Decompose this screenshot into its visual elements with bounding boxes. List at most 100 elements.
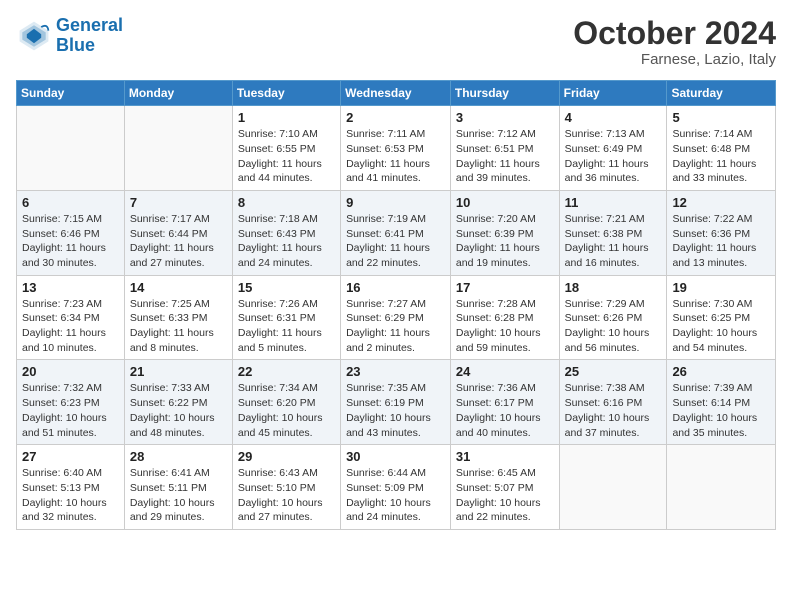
day-of-week-header: Sunday: [17, 81, 125, 106]
calendar-cell: [124, 106, 232, 191]
day-number: 5: [672, 110, 770, 125]
day-info: Sunrise: 7:15 AM Sunset: 6:46 PM Dayligh…: [22, 212, 119, 271]
calendar-week-row: 13 Sunrise: 7:23 AM Sunset: 6:34 PM Dayli…: [17, 275, 776, 360]
page-header: General Blue October 2024 Farnese, Lazio…: [16, 16, 776, 68]
day-number: 20: [22, 364, 119, 379]
day-number: 26: [672, 364, 770, 379]
calendar-cell: [667, 445, 776, 530]
day-number: 18: [565, 280, 662, 295]
day-number: 24: [456, 364, 554, 379]
day-number: 12: [672, 195, 770, 210]
day-number: 23: [346, 364, 445, 379]
calendar-cell: 8 Sunrise: 7:18 AM Sunset: 6:43 PM Daylig…: [232, 190, 340, 275]
day-info: Sunrise: 7:18 AM Sunset: 6:43 PM Dayligh…: [238, 212, 335, 271]
calendar-cell: 17 Sunrise: 7:28 AM Sunset: 6:28 PM Dayli…: [450, 275, 559, 360]
calendar-cell: 19Sunrise: 7:30 AM Sunset: 6:25 PM Dayli…: [667, 275, 776, 360]
logo: General Blue: [16, 16, 123, 56]
calendar-cell: [17, 106, 125, 191]
day-info: Sunrise: 7:25 AM Sunset: 6:33 PM Dayligh…: [130, 297, 227, 356]
day-info: Sunrise: 7:14 AM Sunset: 6:48 PM Dayligh…: [672, 127, 770, 186]
day-info: Sunrise: 7:17 AM Sunset: 6:44 PM Dayligh…: [130, 212, 227, 271]
calendar-title: October 2024: [573, 16, 776, 51]
calendar-cell: 1Sunrise: 7:10 AM Sunset: 6:55 PM Daylig…: [232, 106, 340, 191]
calendar-cell: 26 Sunrise: 7:39 AM Sunset: 6:14 PM Dayli…: [667, 360, 776, 445]
day-info: Sunrise: 6:41 AM Sunset: 5:11 PM Dayligh…: [130, 466, 227, 525]
day-info: Sunrise: 6:44 AM Sunset: 5:09 PM Dayligh…: [346, 466, 445, 525]
day-of-week-header: Tuesday: [232, 81, 340, 106]
day-number: 14: [130, 280, 227, 295]
calendar-cell: 25 Sunrise: 7:38 AM Sunset: 6:16 PM Dayli…: [559, 360, 667, 445]
day-number: 17: [456, 280, 554, 295]
day-info: Sunrise: 7:19 AM Sunset: 6:41 PM Dayligh…: [346, 212, 445, 271]
day-number: 28: [130, 449, 227, 464]
day-number: 30: [346, 449, 445, 464]
day-info: Sunrise: 7:11 AM Sunset: 6:53 PM Dayligh…: [346, 127, 445, 186]
day-info: Sunrise: 6:45 AM Sunset: 5:07 PM Dayligh…: [456, 466, 554, 525]
calendar-cell: 4Sunrise: 7:13 AM Sunset: 6:49 PM Daylig…: [559, 106, 667, 191]
calendar-cell: 7 Sunrise: 7:17 AM Sunset: 6:44 PM Daylig…: [124, 190, 232, 275]
calendar-cell: 14 Sunrise: 7:25 AM Sunset: 6:33 PM Dayli…: [124, 275, 232, 360]
calendar-table: SundayMondayTuesdayWednesdayThursdayFrid…: [16, 80, 776, 530]
day-info: Sunrise: 7:22 AM Sunset: 6:36 PM Dayligh…: [672, 212, 770, 271]
day-info: Sunrise: 7:33 AM Sunset: 6:22 PM Dayligh…: [130, 381, 227, 440]
day-of-week-header: Friday: [559, 81, 667, 106]
calendar-cell: 22 Sunrise: 7:34 AM Sunset: 6:20 PM Dayli…: [232, 360, 340, 445]
day-of-week-header: Monday: [124, 81, 232, 106]
calendar-cell: 11 Sunrise: 7:21 AM Sunset: 6:38 PM Dayli…: [559, 190, 667, 275]
calendar-cell: 3Sunrise: 7:12 AM Sunset: 6:51 PM Daylig…: [450, 106, 559, 191]
day-info: Sunrise: 7:34 AM Sunset: 6:20 PM Dayligh…: [238, 381, 335, 440]
day-number: 21: [130, 364, 227, 379]
calendar-cell: 20 Sunrise: 7:32 AM Sunset: 6:23 PM Dayli…: [17, 360, 125, 445]
calendar-cell: [559, 445, 667, 530]
day-number: 25: [565, 364, 662, 379]
logo-icon: [16, 18, 52, 54]
calendar-cell: 16Sunrise: 7:27 AM Sunset: 6:29 PM Dayli…: [341, 275, 451, 360]
calendar-cell: 15Sunrise: 7:26 AM Sunset: 6:31 PM Dayli…: [232, 275, 340, 360]
day-info: Sunrise: 7:30 AM Sunset: 6:25 PM Dayligh…: [672, 297, 770, 356]
calendar-subtitle: Farnese, Lazio, Italy: [573, 51, 776, 68]
day-info: Sunrise: 7:26 AM Sunset: 6:31 PM Dayligh…: [238, 297, 335, 356]
calendar-cell: 10 Sunrise: 7:20 AM Sunset: 6:39 PM Dayli…: [450, 190, 559, 275]
title-block: October 2024 Farnese, Lazio, Italy: [573, 16, 776, 68]
day-info: Sunrise: 7:35 AM Sunset: 6:19 PM Dayligh…: [346, 381, 445, 440]
day-number: 8: [238, 195, 335, 210]
calendar-cell: 30 Sunrise: 6:44 AM Sunset: 5:09 PM Dayli…: [341, 445, 451, 530]
calendar-week-row: 1Sunrise: 7:10 AM Sunset: 6:55 PM Daylig…: [17, 106, 776, 191]
calendar-cell: 27Sunrise: 6:40 AM Sunset: 5:13 PM Dayli…: [17, 445, 125, 530]
day-of-week-header: Wednesday: [341, 81, 451, 106]
day-info: Sunrise: 7:20 AM Sunset: 6:39 PM Dayligh…: [456, 212, 554, 271]
calendar-header-row: SundayMondayTuesdayWednesdayThursdayFrid…: [17, 81, 776, 106]
calendar-week-row: 27Sunrise: 6:40 AM Sunset: 5:13 PM Dayli…: [17, 445, 776, 530]
day-info: Sunrise: 7:23 AM Sunset: 6:34 PM Dayligh…: [22, 297, 119, 356]
day-number: 22: [238, 364, 335, 379]
calendar-cell: 12 Sunrise: 7:22 AM Sunset: 6:36 PM Dayli…: [667, 190, 776, 275]
calendar-cell: 28 Sunrise: 6:41 AM Sunset: 5:11 PM Dayli…: [124, 445, 232, 530]
day-number: 7: [130, 195, 227, 210]
day-info: Sunrise: 7:13 AM Sunset: 6:49 PM Dayligh…: [565, 127, 662, 186]
day-number: 11: [565, 195, 662, 210]
day-number: 3: [456, 110, 554, 125]
day-number: 13: [22, 280, 119, 295]
day-info: Sunrise: 7:36 AM Sunset: 6:17 PM Dayligh…: [456, 381, 554, 440]
day-info: Sunrise: 7:21 AM Sunset: 6:38 PM Dayligh…: [565, 212, 662, 271]
day-number: 1: [238, 110, 335, 125]
day-number: 6: [22, 195, 119, 210]
calendar-week-row: 6 Sunrise: 7:15 AM Sunset: 6:46 PM Daylig…: [17, 190, 776, 275]
day-info: Sunrise: 7:38 AM Sunset: 6:16 PM Dayligh…: [565, 381, 662, 440]
day-info: Sunrise: 7:29 AM Sunset: 6:26 PM Dayligh…: [565, 297, 662, 356]
day-of-week-header: Saturday: [667, 81, 776, 106]
calendar-cell: 2Sunrise: 7:11 AM Sunset: 6:53 PM Daylig…: [341, 106, 451, 191]
day-of-week-header: Thursday: [450, 81, 559, 106]
day-info: Sunrise: 6:43 AM Sunset: 5:10 PM Dayligh…: [238, 466, 335, 525]
calendar-cell: 6 Sunrise: 7:15 AM Sunset: 6:46 PM Daylig…: [17, 190, 125, 275]
day-number: 29: [238, 449, 335, 464]
calendar-cell: 9 Sunrise: 7:19 AM Sunset: 6:41 PM Daylig…: [341, 190, 451, 275]
logo-text: General Blue: [56, 16, 123, 56]
day-number: 9: [346, 195, 445, 210]
day-info: Sunrise: 7:39 AM Sunset: 6:14 PM Dayligh…: [672, 381, 770, 440]
day-info: Sunrise: 7:28 AM Sunset: 6:28 PM Dayligh…: [456, 297, 554, 356]
calendar-cell: 13 Sunrise: 7:23 AM Sunset: 6:34 PM Dayli…: [17, 275, 125, 360]
calendar-cell: 5 Sunrise: 7:14 AM Sunset: 6:48 PM Daylig…: [667, 106, 776, 191]
day-number: 10: [456, 195, 554, 210]
day-info: Sunrise: 7:32 AM Sunset: 6:23 PM Dayligh…: [22, 381, 119, 440]
